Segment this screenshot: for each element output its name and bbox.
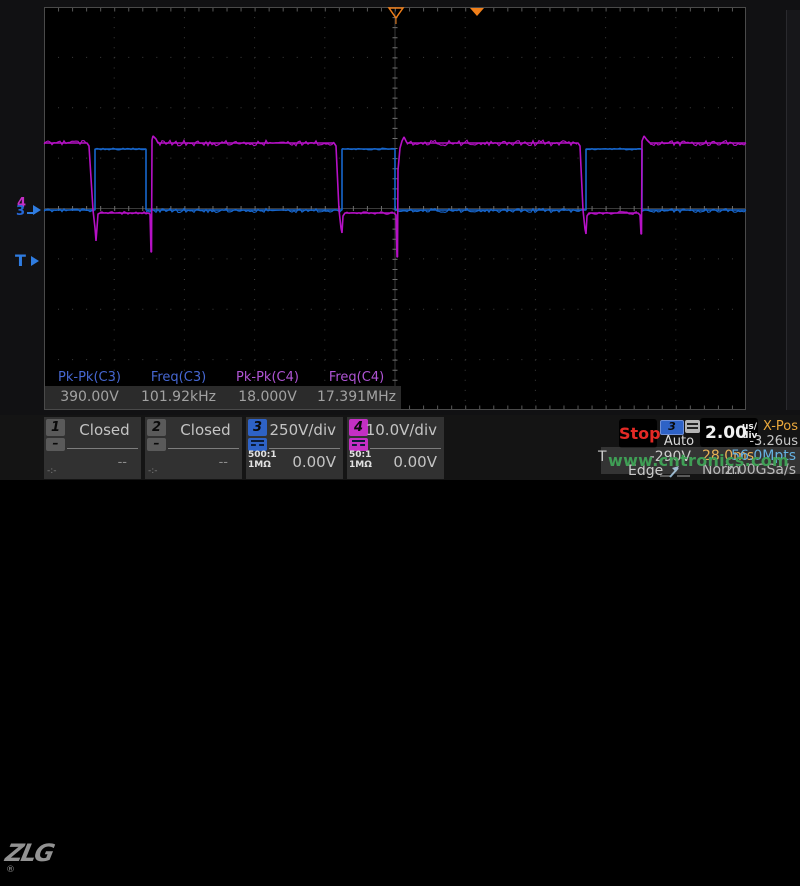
channel-1-badge: 1 — [46, 419, 65, 436]
channel-4-probe-ratio: 50:1 — [349, 450, 371, 460]
measurement-value-pkpk-c3: 390.00V — [45, 386, 134, 409]
channel-3-badge: 3 — [248, 419, 267, 436]
xpos-label: X-Pos — [763, 419, 798, 434]
dc-coupling-icon — [251, 440, 264, 446]
channel-4-probe-info: 50:11MΩ — [349, 450, 372, 470]
channel-4-box[interactable]: 4 10.0V/div 0.00V 50:11MΩ — [347, 417, 444, 479]
channel-3-box[interactable]: 3 250V/div 0.00V 500:11MΩ — [246, 417, 343, 479]
run-stop-indicator[interactable]: Stop — [619, 419, 657, 448]
channel-2-badge: 2 — [147, 419, 166, 436]
channel-4-offset: 0.00V — [393, 453, 437, 471]
channel-3-scale: 250V/div — [269, 421, 336, 439]
channel-1-box[interactable]: 1 Closed – -- -:- — [44, 417, 141, 479]
channel-1-offset: -- — [118, 455, 127, 470]
trace-c3 — [44, 149, 746, 210]
measurement-values-row: 390.00V 101.92kHz 18.000V 17.391MHz — [45, 386, 401, 409]
measurement-label-pkpk-c4: Pk-Pk(C4) — [223, 369, 312, 386]
timebase-value: 2.00 — [705, 423, 747, 443]
zlg-logo-text: ZLG — [3, 839, 55, 867]
channel-3-probe-info: 500:11MΩ — [248, 450, 277, 470]
watermark: www.cntronics.com — [601, 447, 800, 474]
channel-1-state: Closed — [68, 421, 141, 439]
measurement-value-pkpk-c4: 18.000V — [223, 386, 312, 409]
channel-2-coupling-badge: – — [147, 438, 166, 451]
channel-3-impedance: 1MΩ — [248, 460, 271, 470]
registered-mark: ® — [6, 865, 15, 875]
measurement-labels-row: Pk-Pk(C3) Freq(C3) Pk-Pk(C4) Freq(C4) — [45, 369, 401, 386]
channel-2-state: Closed — [169, 421, 242, 439]
channel-1-divider — [67, 448, 138, 449]
channel-1-probe-info: -:- — [47, 466, 57, 476]
xpos-group: X-Pos -3.26us — [749, 419, 798, 449]
trigger-coupling-icon[interactable] — [685, 420, 700, 433]
measurement-label-pkpk-c3: Pk-Pk(C3) — [45, 369, 134, 386]
channel-4-scale: 10.0V/div — [366, 421, 437, 439]
channel-2-divider — [168, 448, 239, 449]
channel-3-probe-ratio: 500:1 — [248, 450, 277, 460]
channel-3-divider — [269, 448, 340, 449]
channel-2-probe-info: -:- — [148, 466, 158, 476]
channel-4-divider — [370, 448, 441, 449]
trigger-level-label[interactable]: T — [15, 253, 26, 269]
measurement-value-freq-c3: 101.92kHz — [134, 386, 223, 409]
dc-coupling-icon — [352, 440, 365, 446]
channel-1-coupling-badge: – — [46, 438, 65, 451]
measurement-value-freq-c4: 17.391MHz — [312, 386, 401, 409]
zlg-logo: ZLG® — [6, 839, 44, 879]
channel-4-impedance: 1MΩ — [349, 460, 372, 470]
measurement-panel: Pk-Pk(C3) Freq(C3) Pk-Pk(C4) Freq(C4) 39… — [45, 369, 401, 409]
ch3-position-marker[interactable]: 3 — [16, 205, 25, 218]
oscilloscope-screen: 4 3 T Pk-Pk(C3) Freq(C3) Pk-Pk(C4) Freq(… — [0, 0, 800, 480]
trigger-level-arrow-icon[interactable] — [31, 256, 39, 266]
ch3-position-arrow-icon[interactable] — [33, 205, 41, 215]
waveform-display — [0, 0, 800, 415]
channel-2-box[interactable]: 2 Closed – -- -:- — [145, 417, 242, 479]
trigger-source-badge[interactable]: 3 — [660, 420, 684, 435]
measurement-label-freq-c4: Freq(C4) — [312, 369, 401, 386]
channel-3-offset: 0.00V — [292, 453, 336, 471]
run-state-label: Stop — [619, 424, 661, 443]
measurement-label-freq-c3: Freq(C3) — [134, 369, 223, 386]
trigger-delay-marker[interactable] — [470, 8, 484, 16]
watermark-text: www.cntronics.com — [597, 451, 800, 470]
channel-2-offset: -- — [219, 455, 228, 470]
